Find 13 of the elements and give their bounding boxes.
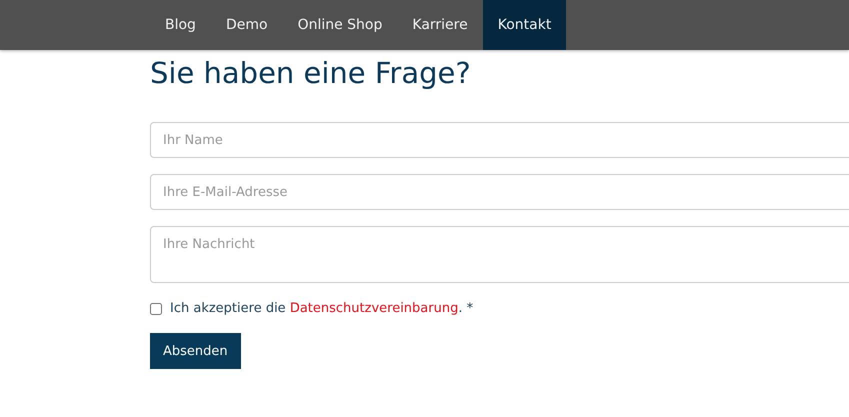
submit-button[interactable]: Absenden xyxy=(150,333,241,369)
consent-checkbox[interactable] xyxy=(150,302,162,314)
page-title: Sie haben eine Frage? xyxy=(150,56,472,90)
privacy-link[interactable]: Datenschutzvereinbarung xyxy=(290,301,458,316)
message-field[interactable]: Ihre Nachricht xyxy=(150,226,849,283)
nav-link[interactable]: Kontakt xyxy=(482,0,566,50)
input-field[interactable]: Ihre E-Mail-Adresse xyxy=(150,174,849,210)
nav-link[interactable]: Online Shop xyxy=(282,0,398,50)
input-field[interactable]: Ihr Name xyxy=(150,122,849,158)
consent-text: Ich akzeptiere die Datenschutzvereinbarung. * xyxy=(170,301,474,316)
nav-link[interactable]: Karriere xyxy=(397,0,483,50)
nav-link[interactable]: Blog xyxy=(150,0,211,50)
nav-link[interactable]: Demo xyxy=(210,0,283,50)
